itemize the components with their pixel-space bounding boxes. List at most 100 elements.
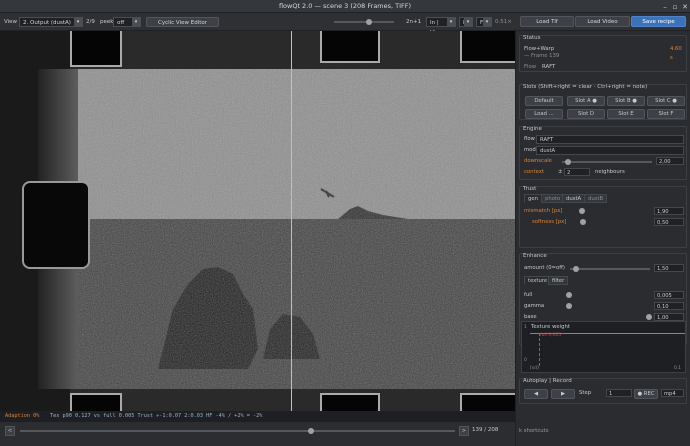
- cyclic-view-editor-button[interactable]: Cyclic View Editor: [146, 17, 219, 27]
- slot-a-button[interactable]: Slot A ●: [567, 96, 605, 106]
- gamma-slider-knob[interactable]: [566, 303, 572, 309]
- context-prefix: ±: [558, 169, 563, 175]
- autoplay-prev-button[interactable]: ◀: [524, 389, 548, 399]
- softness-value: 0,50: [657, 220, 669, 226]
- peek-select[interactable]: off ▾: [113, 17, 141, 27]
- plot-x-left: [sd]: [530, 366, 539, 371]
- plot-x-right: 0.1: [674, 366, 682, 371]
- settings-sidebar: Status Flow+Warp 4.60 s — Frame 139 Flow…: [515, 31, 690, 446]
- slot-default-button[interactable]: Default: [525, 96, 563, 106]
- perforation-hole: [460, 393, 515, 411]
- slot-d-button[interactable]: Slot D: [567, 109, 605, 119]
- group-title: Enhance: [523, 253, 547, 259]
- flow-select[interactable]: RAFT: [536, 135, 684, 144]
- slot-c-button[interactable]: Slot C ●: [647, 96, 685, 106]
- amount-label: amount (0=off): [524, 265, 565, 271]
- timeline-knob[interactable]: [307, 428, 314, 434]
- adaption-readout: Adaption 0%: [5, 413, 40, 419]
- mismatch-slider-knob[interactable]: [579, 208, 585, 214]
- full-label: full: [524, 292, 533, 298]
- load-slot-button[interactable]: Load ...: [525, 109, 563, 119]
- softness-slider-knob[interactable]: [580, 219, 586, 225]
- tab-dusta[interactable]: dustA: [562, 194, 586, 203]
- film-perforation-strip-top: [70, 31, 515, 69]
- perforation-hole: [22, 181, 90, 269]
- prev-frame-button[interactable]: <: [5, 426, 15, 436]
- peek-select-value: off: [117, 20, 125, 26]
- format-select[interactable]: mp4: [661, 389, 684, 397]
- zoom-slider-knob[interactable]: [366, 19, 372, 25]
- tab-gen[interactable]: gen: [524, 194, 542, 203]
- perforation-hole: [70, 393, 122, 411]
- downscale-input[interactable]: 2,00: [656, 157, 684, 165]
- full-slider-knob[interactable]: [566, 292, 572, 298]
- in-select[interactable]: In ▾: [459, 17, 473, 27]
- downscale-slider-knob[interactable]: [565, 159, 571, 165]
- autoplay-group: Autoplay | Record ◀ ▶ Step 1 ● REC mp4: [519, 378, 687, 404]
- amount-slider-knob[interactable]: [573, 266, 579, 272]
- image-viewer[interactable]: [0, 31, 515, 411]
- tab-filter[interactable]: filter: [548, 276, 569, 285]
- gamma-input[interactable]: 0,10: [654, 302, 684, 310]
- load-video-button[interactable]: Load Video: [575, 16, 630, 27]
- timeline-slider[interactable]: [20, 430, 455, 432]
- slot-b-button[interactable]: Slot B ●: [607, 96, 645, 106]
- chevron-down-icon: ▾: [483, 18, 491, 26]
- step-spinbox[interactable]: 1: [606, 389, 632, 397]
- engine-group: Engine flow RAFT mode dustA downscale 2,…: [519, 126, 687, 180]
- view-select[interactable]: 2. Output (dustA) ▾: [19, 17, 83, 27]
- autoplay-next-button[interactable]: ▶: [551, 389, 575, 399]
- keyboard-icon: k: [519, 428, 523, 434]
- flow-label: flow: [524, 136, 535, 142]
- save-recipe-button[interactable]: Save recipe: [631, 16, 686, 27]
- flow-select-value: RAFT: [540, 137, 554, 143]
- group-title: Autoplay | Record: [523, 378, 572, 384]
- amount-input[interactable]: 1,50: [654, 264, 684, 272]
- softness-label: softness [px]: [532, 219, 567, 225]
- full-input[interactable]: 0,005: [654, 291, 684, 299]
- frame-counter: 139 / 208: [472, 427, 499, 433]
- shortcuts-link[interactable]: k shortcuts: [519, 428, 548, 434]
- amount-slider[interactable]: [570, 268, 650, 270]
- slot-f-button[interactable]: Slot F: [647, 109, 685, 119]
- softness-input[interactable]: 0,50: [654, 218, 684, 226]
- next-frame-button[interactable]: >: [459, 426, 469, 436]
- perforation-hole: [460, 31, 515, 63]
- status-flow-value: RAFT: [542, 64, 556, 70]
- context-suffix: neighbours: [595, 169, 625, 175]
- mismatch-input[interactable]: 1,90: [654, 207, 684, 215]
- in-view-select[interactable]: In | View ▾: [426, 17, 456, 36]
- scene-illustration: [38, 69, 515, 389]
- amount-value: 1,50: [657, 266, 669, 272]
- tab-dustb[interactable]: dustB: [584, 194, 608, 203]
- perforation-hole: [320, 31, 380, 63]
- shortcuts-label: shortcuts: [523, 428, 549, 434]
- slot-e-button[interactable]: Slot E: [607, 109, 645, 119]
- base-input[interactable]: 1,00: [654, 313, 684, 321]
- mode-select-value: dustA: [540, 148, 556, 154]
- base-slider-knob[interactable]: [646, 314, 652, 320]
- group-title: Status: [523, 35, 541, 41]
- close-icon[interactable]: ✕: [681, 3, 689, 11]
- plot-title: Texture weight: [531, 324, 570, 330]
- frame-step: 2/9: [86, 19, 95, 25]
- format-value: mp4: [664, 391, 676, 397]
- trust-group: Trust gen photo dustA dustB mismatch [px…: [519, 186, 687, 248]
- window-title: flowQt 2.0 — scene 3 (208 Frames, TIFF): [278, 2, 412, 10]
- zoom-slider[interactable]: [334, 21, 394, 23]
- load-tif-button[interactable]: Load Tif: [520, 16, 574, 27]
- maximize-icon[interactable]: ▫: [671, 3, 679, 11]
- minimize-icon[interactable]: –: [661, 3, 669, 11]
- mode-select[interactable]: dustA: [536, 146, 684, 155]
- timeline-bar: < > 139 / 208: [0, 422, 515, 446]
- tab-photo[interactable]: photo: [541, 194, 565, 203]
- plot-y-top: 1: [524, 325, 527, 330]
- fit-select[interactable]: Fit ▾: [476, 17, 492, 27]
- status-line: Adaption 0% Tex p90 0.127 vs full 0.005 …: [0, 411, 515, 422]
- downscale-slider[interactable]: [562, 161, 652, 163]
- group-title: Trust: [523, 186, 537, 192]
- chevron-down-icon: ▾: [464, 18, 472, 26]
- record-button[interactable]: ● REC: [634, 389, 658, 399]
- context-spinbox[interactable]: 2: [564, 168, 590, 176]
- split-view-divider[interactable]: [291, 31, 292, 411]
